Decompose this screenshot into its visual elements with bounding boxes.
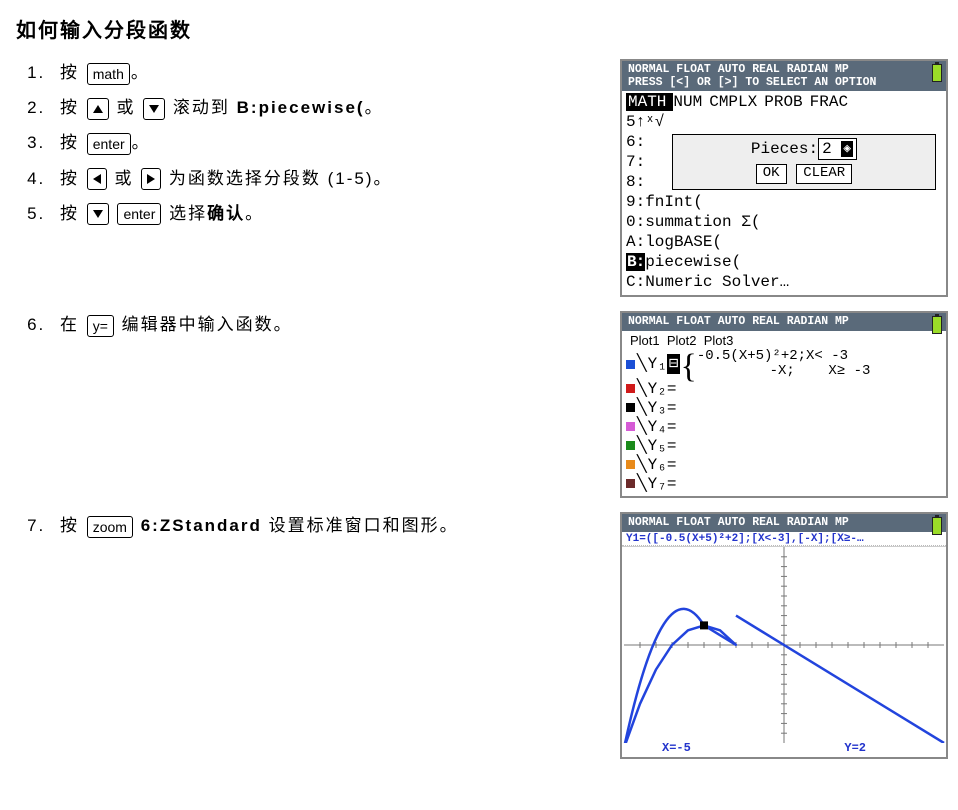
steps-list-1: 按 math。 按 或 滚动到 B:piecewise(。 按 enter。 按… bbox=[16, 59, 612, 235]
y5-color-icon bbox=[626, 441, 635, 450]
step-4: 按 或 为函数选择分段数 (1-5)。 bbox=[52, 165, 612, 192]
key-down bbox=[143, 98, 165, 120]
steps-list-2: 在 y= 编辑器中输入函数。 bbox=[16, 311, 612, 346]
step-3: 按 enter。 bbox=[52, 129, 612, 156]
menu-line-c: C:Numeric Solver… bbox=[626, 272, 942, 292]
spinner-icon: ◈ bbox=[841, 141, 853, 157]
page-title: 如何输入分段函数 bbox=[16, 14, 942, 43]
menu-line-0: 0:summation Σ( bbox=[626, 212, 942, 232]
battery-icon bbox=[932, 64, 942, 82]
battery-icon bbox=[932, 316, 942, 334]
key-yequals: y= bbox=[87, 315, 114, 337]
battery-icon bbox=[932, 517, 942, 535]
menu-line-a: A:logBASE( bbox=[626, 232, 942, 252]
brace-icon: { bbox=[680, 358, 696, 375]
ok-button[interactable]: OK bbox=[756, 164, 787, 184]
menu-line-b: B:piecewise( bbox=[626, 252, 942, 272]
menu-line-9: 9:fnInt( bbox=[626, 192, 942, 212]
step-6: 在 y= 编辑器中输入函数。 bbox=[52, 311, 612, 338]
key-up bbox=[87, 98, 109, 120]
clear-button[interactable]: CLEAR bbox=[796, 164, 852, 184]
y2-line: ╲Y₂= bbox=[626, 379, 942, 398]
y6-color-icon bbox=[626, 460, 635, 469]
key-enter-2: enter bbox=[117, 203, 161, 225]
key-right bbox=[141, 168, 161, 190]
key-down-2 bbox=[87, 203, 109, 225]
y1-definition: ╲Y₁⊟ { -0.5(X+5)²+2;X< -3 -X; X≥ -3 bbox=[626, 349, 942, 380]
menu-tabs: MATHNUMCMPLXPROBFRAC bbox=[626, 92, 942, 112]
y2-color-icon bbox=[626, 384, 635, 393]
trace-marker-icon bbox=[700, 621, 708, 629]
pieces-value: 2 ◈ bbox=[818, 138, 857, 160]
y4-color-icon bbox=[626, 422, 635, 431]
calc-screen-1: NORMAL FLOAT AUTO REAL RADIAN MP PRESS [… bbox=[620, 59, 948, 297]
step-7: 按 zoom 6:ZStandard 设置标准窗口和图形。 bbox=[52, 512, 612, 539]
y1-color-icon bbox=[626, 360, 635, 369]
graph-expression: Y1=([-0.5(X+5)²+2];[X<-3],[-X];[X≥-… bbox=[622, 532, 946, 546]
menu-line-5: 5↑ˣ√ bbox=[626, 112, 942, 132]
step-1: 按 math。 bbox=[52, 59, 612, 86]
y7-color-icon bbox=[626, 479, 635, 488]
calc-header-1: NORMAL FLOAT AUTO REAL RADIAN MP PRESS [… bbox=[622, 61, 946, 91]
key-enter: enter bbox=[87, 133, 131, 155]
y3-color-icon bbox=[626, 403, 635, 412]
steps-list-3: 按 zoom 6:ZStandard 设置标准窗口和图形。 bbox=[16, 512, 612, 547]
graph-plot: X=-5 Y=2 bbox=[622, 546, 946, 757]
graph-trace-status: X=-5 Y=2 bbox=[622, 741, 946, 755]
key-math: math bbox=[87, 63, 130, 85]
calc-header-2: NORMAL FLOAT AUTO REAL RADIAN MP bbox=[622, 313, 946, 330]
plot-tabs: Plot1 Plot2 Plot3 bbox=[622, 331, 946, 349]
step-2: 按 或 滚动到 B:piecewise(。 bbox=[52, 94, 612, 121]
y3-line: ╲Y₃= bbox=[626, 398, 942, 417]
calc-screen-3: NORMAL FLOAT AUTO REAL RADIAN MP Y1=([-0… bbox=[620, 512, 948, 758]
key-zoom: zoom bbox=[87, 516, 133, 538]
calc-header-3: NORMAL FLOAT AUTO REAL RADIAN MP bbox=[622, 514, 946, 531]
calc-screen-2: NORMAL FLOAT AUTO REAL RADIAN MP Plot1 P… bbox=[620, 311, 948, 498]
key-left bbox=[87, 168, 107, 190]
y6-line: ╲Y₆= bbox=[626, 455, 942, 474]
step-5: 按 enter 选择确认。 bbox=[52, 200, 612, 227]
y5-line: ╲Y₅= bbox=[626, 436, 942, 455]
y4-line: ╲Y₄= bbox=[626, 417, 942, 436]
pieces-popup: Pieces:2 ◈ OK CLEAR bbox=[672, 134, 936, 190]
y7-line: ╲Y₇= bbox=[626, 474, 942, 493]
